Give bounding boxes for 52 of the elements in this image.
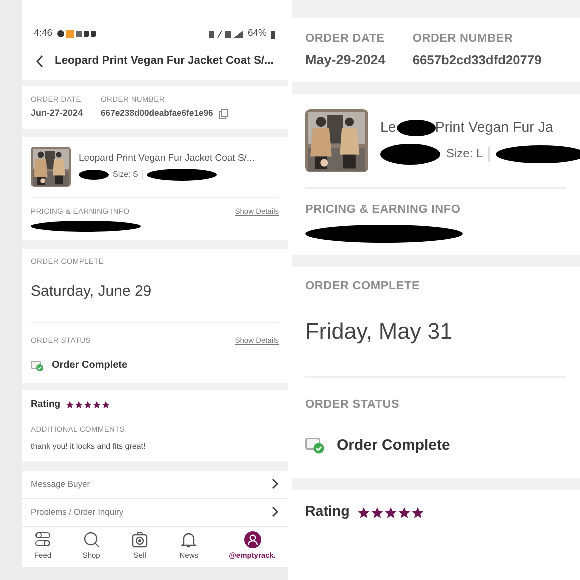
redaction-mark (147, 169, 218, 182)
order-status: Order Complete (52, 359, 128, 373)
completion-date: Friday, May 31 (306, 318, 454, 346)
order-date: Jun-27-2024 (31, 107, 84, 120)
status-time: 4:46 (34, 26, 52, 41)
star-icon (92, 401, 101, 410)
signal-icons-drawing (208, 30, 244, 38)
redaction-mark (79, 170, 109, 180)
chevron-icon (271, 506, 279, 518)
section-label: ORDER COMPLETE (306, 278, 422, 294)
package-check-icon (306, 436, 325, 455)
product-title: Le (380, 118, 396, 138)
order-number: 667e238d00deabfae6fe1e96 (101, 107, 214, 120)
app-notifications-drawing (56, 30, 96, 38)
camera-icon (131, 530, 150, 548)
star-icon (398, 506, 410, 519)
rating-label: Rating (31, 398, 61, 412)
rating-label: Rating (306, 502, 350, 522)
battery-percent: 64% (248, 26, 267, 41)
toggle-icon (34, 530, 52, 548)
product-title: Leopard Print Vegan Fur Jacket Coat S/... (79, 152, 255, 166)
star-icon (66, 401, 74, 410)
order-number: 6657b2cd33dfd20779 (412, 51, 542, 70)
page-title: Leopard Print Vegan Fur Jacket Coat S/... (55, 54, 274, 69)
star-icon (384, 506, 396, 519)
order-status: Order Complete (337, 436, 450, 456)
search-icon (82, 530, 101, 548)
star-icon (357, 506, 370, 519)
profile-icon (244, 530, 262, 548)
redaction-mark (396, 120, 436, 137)
size-label: Size: S (113, 169, 138, 182)
order-date: May-29-2024 (306, 51, 386, 70)
product-title: Print Vegan Fur Ja (435, 118, 554, 138)
battery-icon (271, 30, 276, 38)
star-icon (74, 401, 83, 410)
bell-icon (180, 530, 198, 548)
package-check-icon (31, 360, 44, 372)
section-label: ORDER STATUS (306, 396, 400, 414)
redaction-mark (380, 144, 440, 165)
copy-icon[interactable] (219, 108, 228, 119)
size-label: Size: L (446, 146, 484, 162)
section-label: PRICING & EARNING INFO (306, 202, 461, 218)
field-label: ORDER NUMBER (412, 30, 514, 47)
back-icon[interactable] (36, 54, 44, 68)
comment-text: thank you! it looks and fits great! (31, 440, 147, 452)
field-label: ORDER DATE (306, 30, 386, 47)
completion-date: Saturday, June 29 (31, 282, 153, 302)
star-icon (84, 401, 92, 410)
star-icon (102, 401, 110, 410)
star-icon (411, 506, 424, 519)
chevron-icon (271, 478, 279, 490)
star-icon (370, 506, 383, 519)
